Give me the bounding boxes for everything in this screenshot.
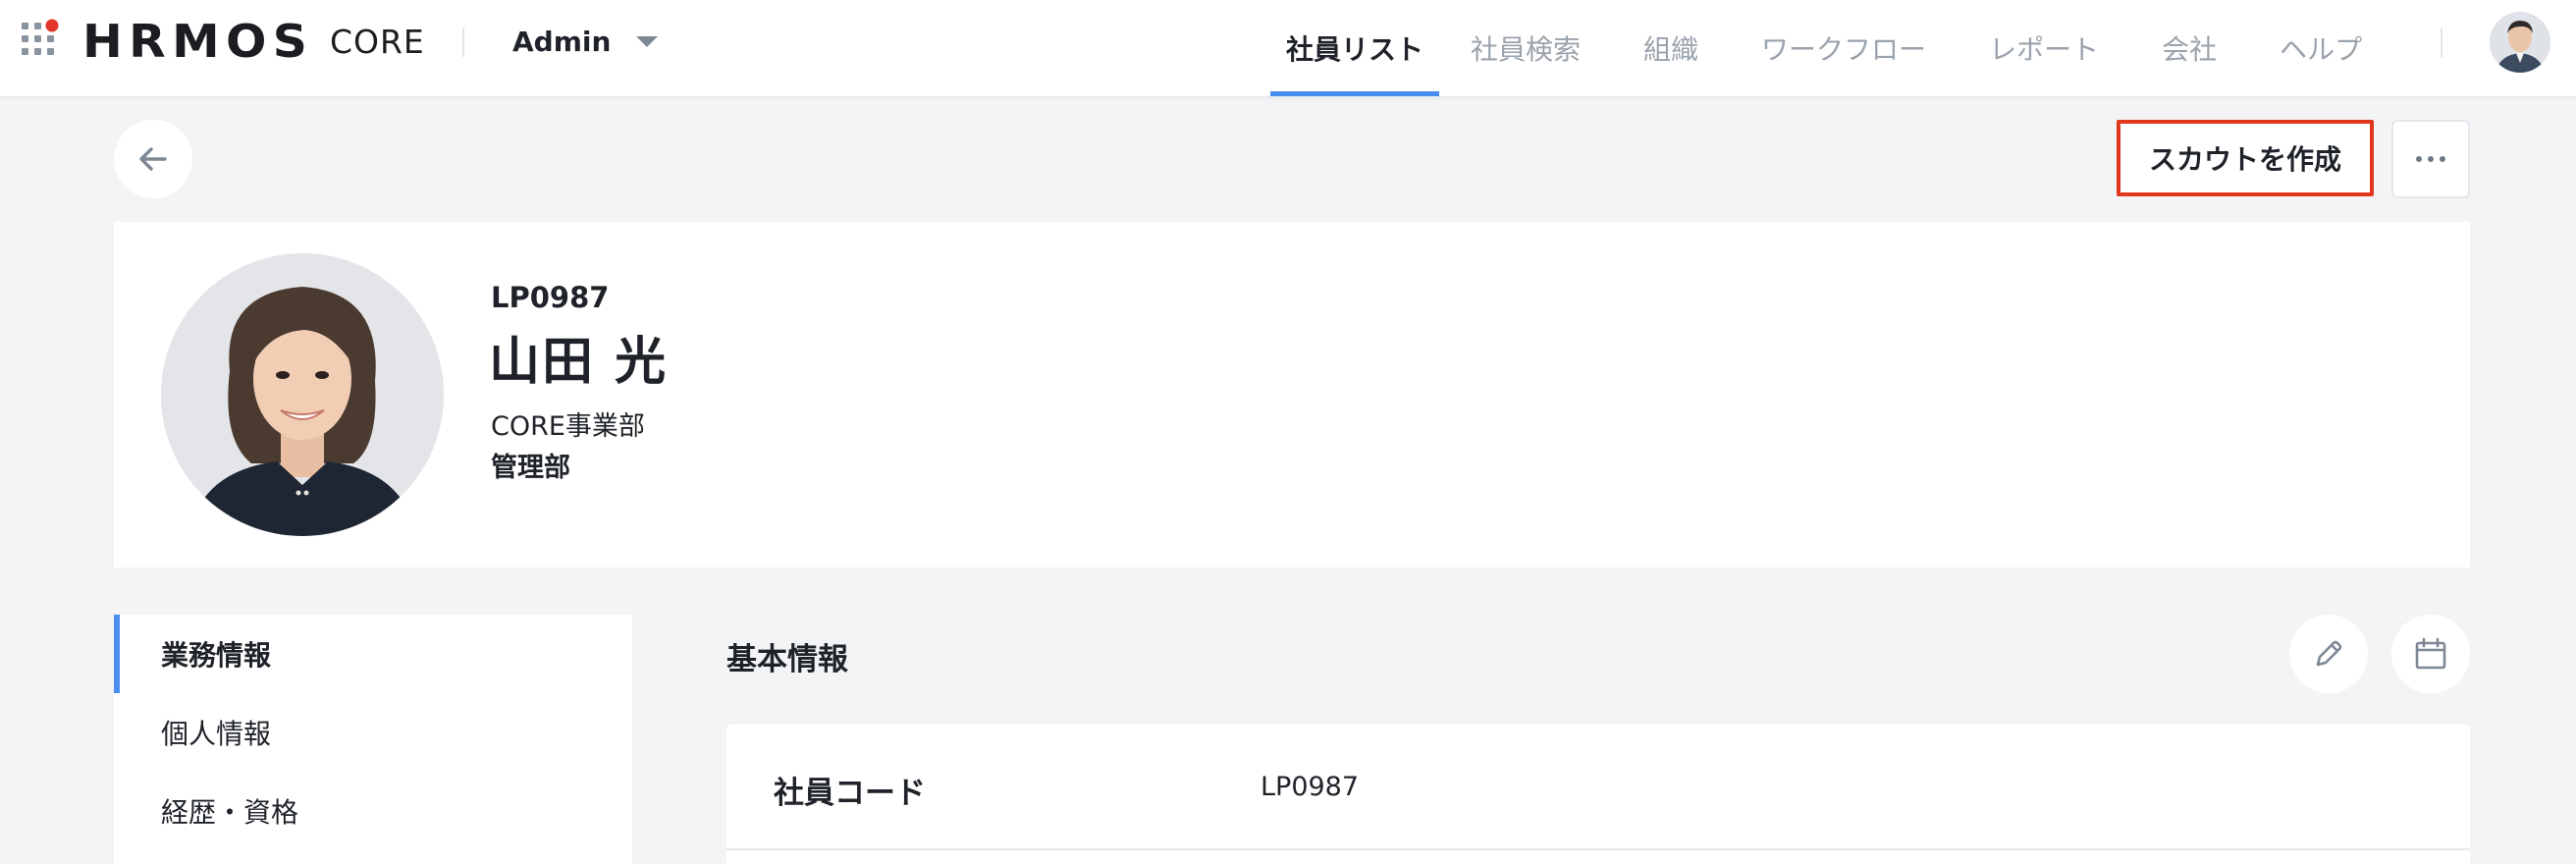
role-label: Admin xyxy=(512,25,612,58)
side-menu-item-personal-info[interactable]: 個人情報 xyxy=(114,693,632,772)
top-header: HRMOS CORE Admin 社員リスト 社員検索 組織 ワークフロー レポ… xyxy=(0,0,2576,96)
nav-organization[interactable]: 組織 xyxy=(1628,0,1714,96)
create-scout-button[interactable]: スカウトを作成 xyxy=(2117,120,2374,196)
section-title: 基本情報 xyxy=(726,642,848,677)
field-label: 社員コード xyxy=(774,776,926,811)
calendar-icon xyxy=(2415,637,2446,670)
more-options-button[interactable] xyxy=(2391,120,2470,198)
profile-side-menu: 業務情報 個人情報 経歴・資格 xyxy=(114,615,632,864)
back-button[interactable] xyxy=(114,120,192,198)
nav-help[interactable]: ヘルプ xyxy=(2264,0,2378,96)
employee-division: CORE事業部 xyxy=(491,411,645,442)
edit-button[interactable] xyxy=(2289,615,2368,693)
user-photo xyxy=(2490,12,2550,73)
side-menu-item-work-info[interactable]: 業務情報 xyxy=(114,615,632,693)
side-menu-item-career[interactable]: 経歴・資格 xyxy=(114,772,632,850)
hrmos-logo[interactable]: HRMOS CORE xyxy=(82,14,425,69)
caret-down-icon xyxy=(636,35,659,47)
header-divider xyxy=(462,27,464,57)
main-nav: 社員リスト 社員検索 組織 ワークフロー レポート 会社 ヘルプ xyxy=(1270,0,2378,96)
pencil-icon xyxy=(2316,640,2342,667)
employee-name: 山田 光 xyxy=(489,333,669,392)
employee-portrait xyxy=(161,253,444,536)
history-button[interactable] xyxy=(2391,615,2470,693)
nav-employee-list[interactable]: 社員リスト xyxy=(1270,0,1440,96)
nav-report[interactable]: レポート xyxy=(1973,0,2115,96)
employee-code-label: LP0987 xyxy=(491,281,610,314)
grid-apps-icon[interactable] xyxy=(20,19,65,64)
ellipsis-dot xyxy=(2428,156,2434,162)
arrow-left-icon xyxy=(139,147,167,171)
nav-company[interactable]: 会社 xyxy=(2146,0,2232,96)
ellipsis-dot xyxy=(2440,156,2445,162)
logo-wordmark: HRMOS xyxy=(82,15,314,68)
employee-department: 管理部 xyxy=(491,453,570,483)
employee-photo xyxy=(161,253,444,536)
user-avatar[interactable] xyxy=(2490,12,2550,73)
ellipsis-icon xyxy=(2416,156,2422,162)
header-divider xyxy=(2441,27,2442,57)
nav-workflow[interactable]: ワークフロー xyxy=(1745,0,1942,96)
info-row-employee-code: 社員コード LP0987 xyxy=(726,725,2470,850)
role-switcher[interactable]: Admin xyxy=(512,22,659,61)
basic-info-card: 社員コード LP0987 xyxy=(726,725,2470,864)
profile-card: LP0987 山田 光 CORE事業部 管理部 xyxy=(114,222,2470,567)
logo-product-name: CORE xyxy=(329,22,425,61)
nav-employee-search[interactable]: 社員検索 xyxy=(1455,0,1596,96)
field-value: LP0987 xyxy=(1261,772,1360,802)
